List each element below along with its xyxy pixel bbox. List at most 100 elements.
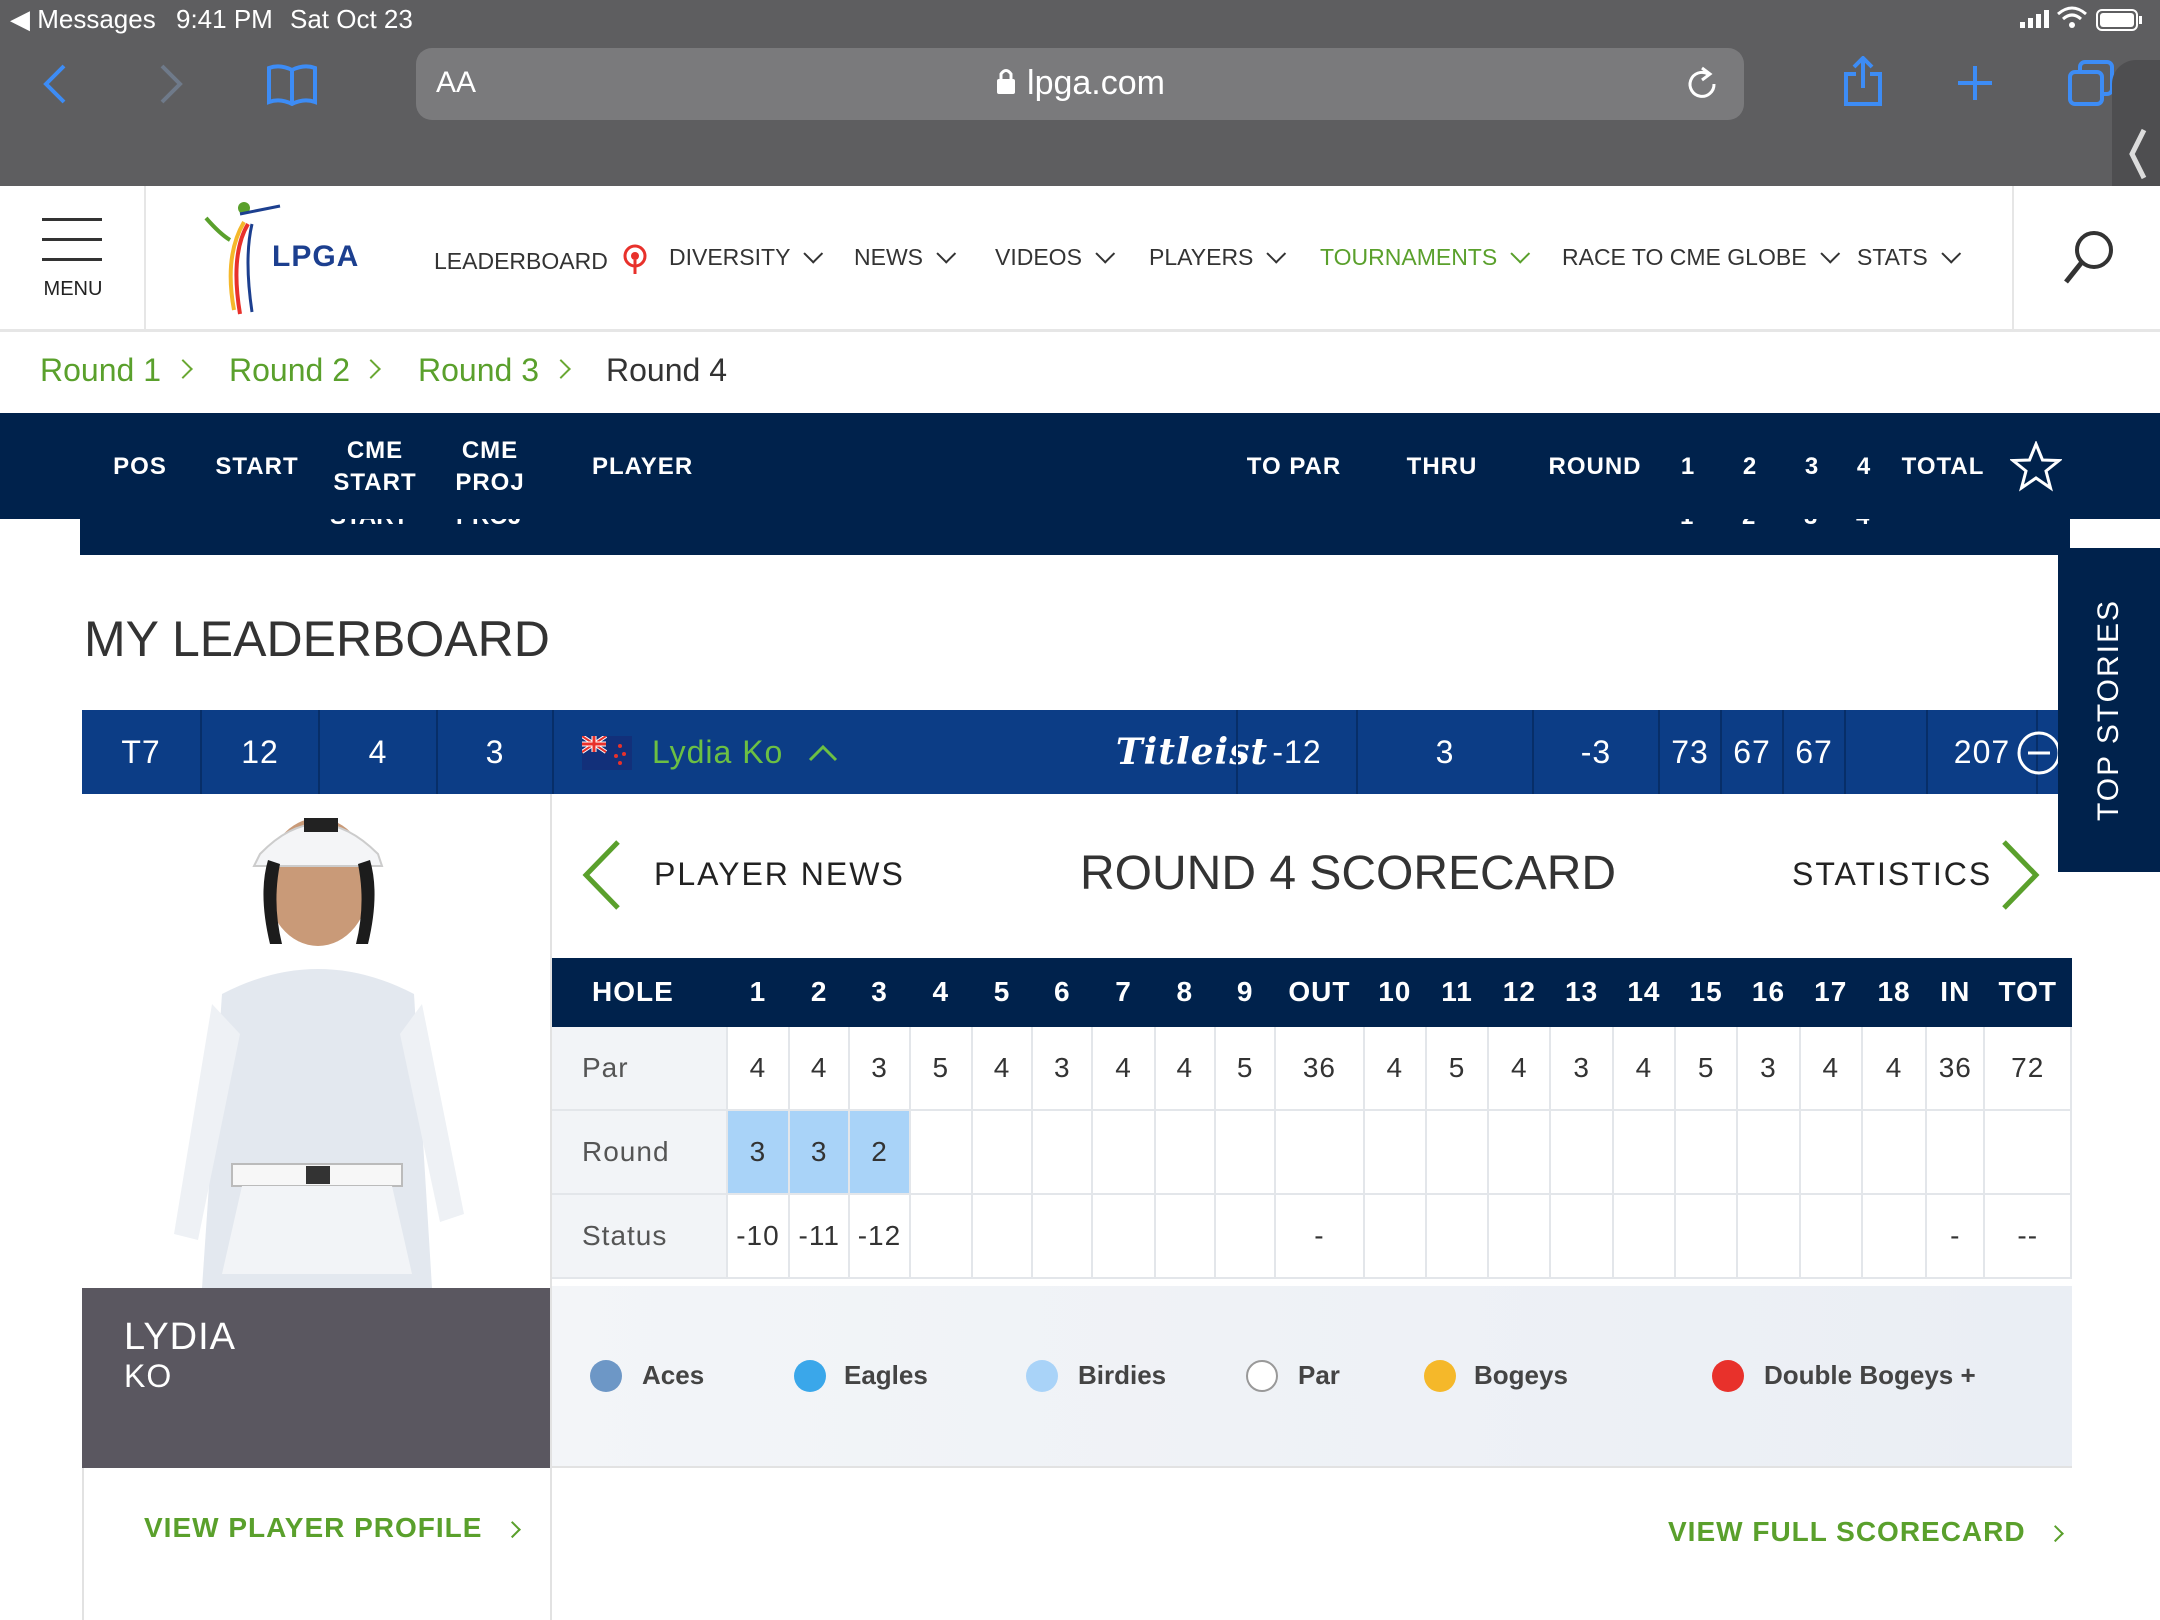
breadcrumb-round-1[interactable]: Round 1 <box>40 352 161 389</box>
col-player[interactable]: PLAYER <box>592 451 693 483</box>
chevron-up-icon[interactable] <box>806 740 840 769</box>
nav-stats-label: STATS <box>1857 244 1928 270</box>
score-cell <box>1861 1110 1928 1195</box>
player-first-name: LYDIA <box>124 1316 237 1358</box>
battery-icon <box>2096 8 2144 32</box>
back-to-app[interactable]: ◀ Messages <box>10 4 156 35</box>
col-r3[interactable]: 3 <box>1794 451 1830 483</box>
collapse-minus-icon[interactable] <box>2016 730 2062 781</box>
scorecard-nav: PLAYER NEWS ROUND 4 SCORECARD STATISTICS <box>552 794 2072 956</box>
status-cell <box>1799 1194 1863 1279</box>
hole-3: 3 <box>849 958 911 1027</box>
aces-dot-icon <box>590 1360 622 1392</box>
top-stories-label: TOP STORIES <box>2092 598 2125 822</box>
address-bar[interactable]: AA lpga.com <box>416 48 1744 120</box>
par-cell: 5 <box>1675 1026 1739 1111</box>
hole-11: 11 <box>1425 958 1490 1027</box>
col-start[interactable]: START <box>202 451 312 483</box>
lpga-logo[interactable]: LPGA <box>200 194 390 322</box>
row-cme-proj: 3 <box>485 734 505 770</box>
col-r1[interactable]: 1 <box>1670 451 1706 483</box>
top-stories-tab[interactable]: TOP STORIES <box>2058 548 2160 872</box>
prev-arrow-icon[interactable] <box>580 838 624 917</box>
nav-leaderboard[interactable]: LEADERBOARD <box>434 244 648 282</box>
reload-icon[interactable] <box>1684 66 1720 107</box>
row-start: 12 <box>241 734 279 770</box>
search-button[interactable] <box>2012 186 2160 332</box>
player-news-link[interactable]: PLAYER NEWS <box>654 856 905 893</box>
col-r2[interactable]: 2 <box>1732 451 1768 483</box>
view-player-profile-link[interactable]: VIEW PLAYER PROFILE <box>144 1512 522 1544</box>
nav-stats[interactable]: STATS <box>1857 243 1961 271</box>
col-r4[interactable]: 4 <box>1846 451 1882 483</box>
url-text: lpga.com <box>1027 64 1165 102</box>
new-zealand-flag-icon <box>580 734 632 775</box>
row-to-par: -12 <box>1272 734 1322 770</box>
status-label: Status <box>552 1194 728 1279</box>
new-tab-icon[interactable] <box>1956 64 1994 107</box>
tabs-overview-icon[interactable] <box>2068 60 2114 111</box>
next-arrow-icon[interactable] <box>1998 838 2042 917</box>
player-row[interactable]: T7 12 4 3 Lydia Ko Titleist -12 3 -3 73 … <box>82 710 2072 794</box>
nav-videos[interactable]: VIDEOS <box>995 243 1116 271</box>
status-cell <box>1363 1194 1427 1279</box>
hamburger-icon <box>42 218 102 221</box>
sticky-header-ghost: START PROJ 1 2 3 4 <box>80 519 2070 555</box>
score-out <box>1275 1110 1365 1195</box>
chevron-right-icon <box>504 1521 522 1539</box>
hole-6: 6 <box>1032 958 1094 1027</box>
ghost-cme-proj: PROJ <box>456 519 521 531</box>
back-icon[interactable] <box>40 62 70 111</box>
col-cme-proj[interactable]: CME PROJ <box>440 435 540 499</box>
nav-diversity[interactable]: DIVERSITY <box>669 243 824 271</box>
back-app-label: Messages <box>37 4 156 34</box>
hole-16: 16 <box>1737 958 1801 1027</box>
breadcrumb-round-3[interactable]: Round 3 <box>418 352 539 389</box>
col-cme-start[interactable]: CME START <box>320 435 430 499</box>
chevron-right-icon <box>2047 1525 2065 1543</box>
double-bogeys-dot-icon <box>1712 1360 1744 1392</box>
statistics-link[interactable]: STATISTICS <box>1792 856 1992 893</box>
leaderboard-header: POS START CME START CME PROJ PLAYER TO P… <box>0 413 2160 519</box>
bookmarks-icon[interactable] <box>266 62 318 111</box>
menu-button[interactable]: MENU <box>0 186 146 332</box>
par-cell: 4 <box>1799 1026 1863 1111</box>
chevron-down-icon <box>803 243 824 264</box>
hamburger-line <box>42 238 102 241</box>
row-thru: 3 <box>1435 734 1455 770</box>
forward-icon[interactable] <box>156 62 186 111</box>
legend-aces: Aces <box>642 1360 705 1390</box>
par-cell: 5 <box>909 1026 973 1111</box>
col-thru[interactable]: THRU <box>1392 451 1492 483</box>
hole-2: 2 <box>789 958 851 1027</box>
col-total[interactable]: TOTAL <box>1898 451 1988 483</box>
search-icon <box>2064 231 2113 284</box>
breadcrumb-round-2[interactable]: Round 2 <box>229 352 350 389</box>
col-pos[interactable]: POS <box>90 451 190 483</box>
player-name-link[interactable]: Lydia Ko <box>652 710 783 794</box>
nav-players-label: PLAYERS <box>1149 244 1254 270</box>
score-cell <box>971 1110 1034 1195</box>
share-icon[interactable] <box>1842 55 1884 111</box>
col-to-par[interactable]: TO PAR <box>1244 451 1344 483</box>
ghost-cme-start: START <box>330 519 408 531</box>
par-cell: 3 <box>1032 1026 1094 1111</box>
player-photo-figure <box>174 818 464 1288</box>
favorite-star-icon[interactable] <box>2008 440 2064 498</box>
nav-diversity-label: DIVERSITY <box>669 244 791 270</box>
chevron-right-icon <box>361 359 381 379</box>
nav-tournaments-label: TOURNAMENTS <box>1320 244 1498 270</box>
nav-tournaments[interactable]: TOURNAMENTS <box>1320 243 1531 271</box>
hole-in: IN <box>1926 958 1986 1027</box>
col-round[interactable]: ROUND <box>1540 451 1650 483</box>
nav-race-to-cme-globe[interactable]: RACE TO CME GLOBE <box>1562 243 1840 271</box>
ghost-r2: 2 <box>1742 519 1755 531</box>
view-full-scorecard-link[interactable]: VIEW FULL SCORECARD <box>1668 1516 2065 1548</box>
nav-players[interactable]: PLAYERS <box>1149 243 1287 271</box>
par-cell: 4 <box>1154 1026 1216 1111</box>
hole-5: 5 <box>971 958 1034 1027</box>
status-time: 9:41 PM <box>176 4 273 34</box>
row-r1: 73 <box>1671 734 1709 770</box>
row-r2: 67 <box>1733 734 1771 770</box>
nav-news[interactable]: NEWS <box>854 243 957 271</box>
